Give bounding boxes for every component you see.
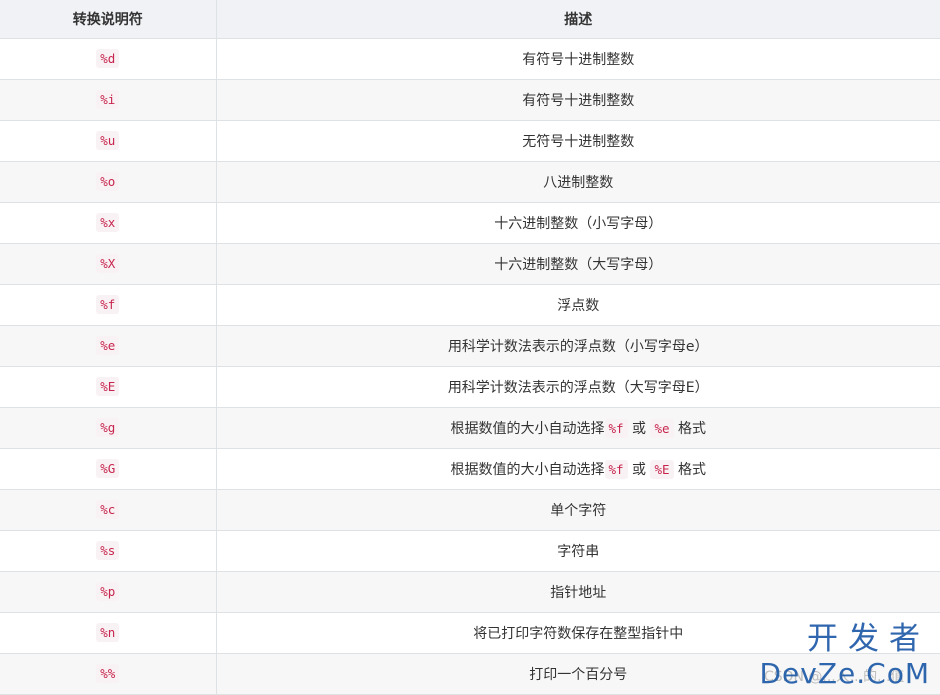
description-cell: 字符串 [216,530,940,572]
specifier-cell: %X [0,243,217,285]
specifier-cell: %E [0,366,217,408]
specifier-cell: %f [0,284,217,326]
table-row: %X 十六进制整数（大写字母） [0,243,940,285]
site-watermark-en: DevZe.CoM [759,657,930,690]
specifier-cell: %x [0,202,217,244]
description-text: 或 [632,462,647,478]
table-row: %n 将已打印字符数保存在整型指针中 [0,612,940,654]
description-text: 格式 [677,462,706,478]
description-cell: 根据数值的大小自动选择 %f 或 %E 格式 [216,448,940,490]
header-specifier: 转换说明符 [0,0,217,39]
specifier-cell: %g [0,407,217,449]
specifier-cell: %n [0,612,217,654]
specifier-code: %d [96,49,120,68]
description-cell: 用科学计数法表示的浮点数（大写字母E） [216,366,940,408]
header-description: 描述 [216,0,940,39]
specifier-cell: %o [0,161,217,203]
inline-code: %f [604,460,628,479]
description-cell: 根据数值的大小自动选择 %f 或 %e 格式 [216,407,940,449]
description-cell: 八进制整数 [216,161,940,203]
specifier-code: %e [96,336,120,355]
table-row: %f 浮点数 [0,284,940,326]
specifier-cell: %e [0,325,217,367]
inline-code: %E [650,460,674,479]
description-cell: 有符号十进制整数 [216,38,940,80]
table-row: %E 用科学计数法表示的浮点数（大写字母E） [0,366,940,408]
specifier-code: %x [96,213,120,232]
specifier-code: %G [96,459,120,478]
conversion-specifier-table: 转换说明符 描述 %d 有符号十进制整数 %i 有符号十进制整数 %u 无符号十… [0,0,940,695]
specifier-cell: %G [0,448,217,490]
specifier-cell: %% [0,653,217,695]
specifier-code: %c [96,500,120,519]
specifier-code: %g [96,418,120,437]
table-row: %p 指针地址 [0,571,940,613]
description-cell: 十六进制整数（大写字母） [216,243,940,285]
specifier-cell: %s [0,530,217,572]
table-row: %u 无符号十进制整数 [0,120,940,162]
specifier-cell: %u [0,120,217,162]
table-row: %G 根据数值的大小自动选择 %f 或 %E 格式 [0,448,940,490]
table-row: %s 字符串 [0,530,940,572]
specifier-cell: %d [0,38,217,80]
table-row: %x 十六进制整数（小写字母） [0,202,940,244]
description-cell: 用科学计数法表示的浮点数（小写字母e） [216,325,940,367]
specifier-code: %n [96,623,120,642]
specifier-code: %X [96,254,120,273]
table-row: %o 八进制整数 [0,161,940,203]
table-row: %i 有符号十进制整数 [0,79,940,121]
description-text: 根据数值的大小自动选择 [450,462,605,478]
table-header-row: 转换说明符 描述 [0,0,940,39]
description-cell: 浮点数 [216,284,940,326]
specifier-code: %i [96,90,120,109]
specifier-cell: %c [0,489,217,531]
specifier-code: %E [96,377,120,396]
description-cell: 有符号十进制整数 [216,79,940,121]
inline-code: %e [650,419,674,438]
description-text: 根据数值的大小自动选择 [450,421,605,437]
specifier-cell: %i [0,79,217,121]
site-watermark-cn: 开发者 [807,621,930,657]
specifier-code: %u [96,131,120,150]
description-text: 或 [632,421,647,437]
specifier-code: %o [96,172,120,191]
specifier-code: %p [96,582,120,601]
description-cell: 指针地址 [216,571,940,613]
specifier-code: %% [96,664,120,683]
specifier-cell: %p [0,571,217,613]
table-row: %e 用科学计数法表示的浮点数（小写字母e） [0,325,940,367]
description-cell: 单个字符 [216,489,940,531]
description-cell: 十六进制整数（小写字母） [216,202,940,244]
table-row: %c 单个字符 [0,489,940,531]
table-row: %g 根据数值的大小自动选择 %f 或 %e 格式 [0,407,940,449]
description-text: 格式 [677,421,706,437]
description-cell: 无符号十进制整数 [216,120,940,162]
specifier-code: %f [96,295,120,314]
inline-code: %f [604,419,628,438]
table-row: %d 有符号十进制整数 [0,38,940,80]
specifier-code: %s [96,541,120,560]
